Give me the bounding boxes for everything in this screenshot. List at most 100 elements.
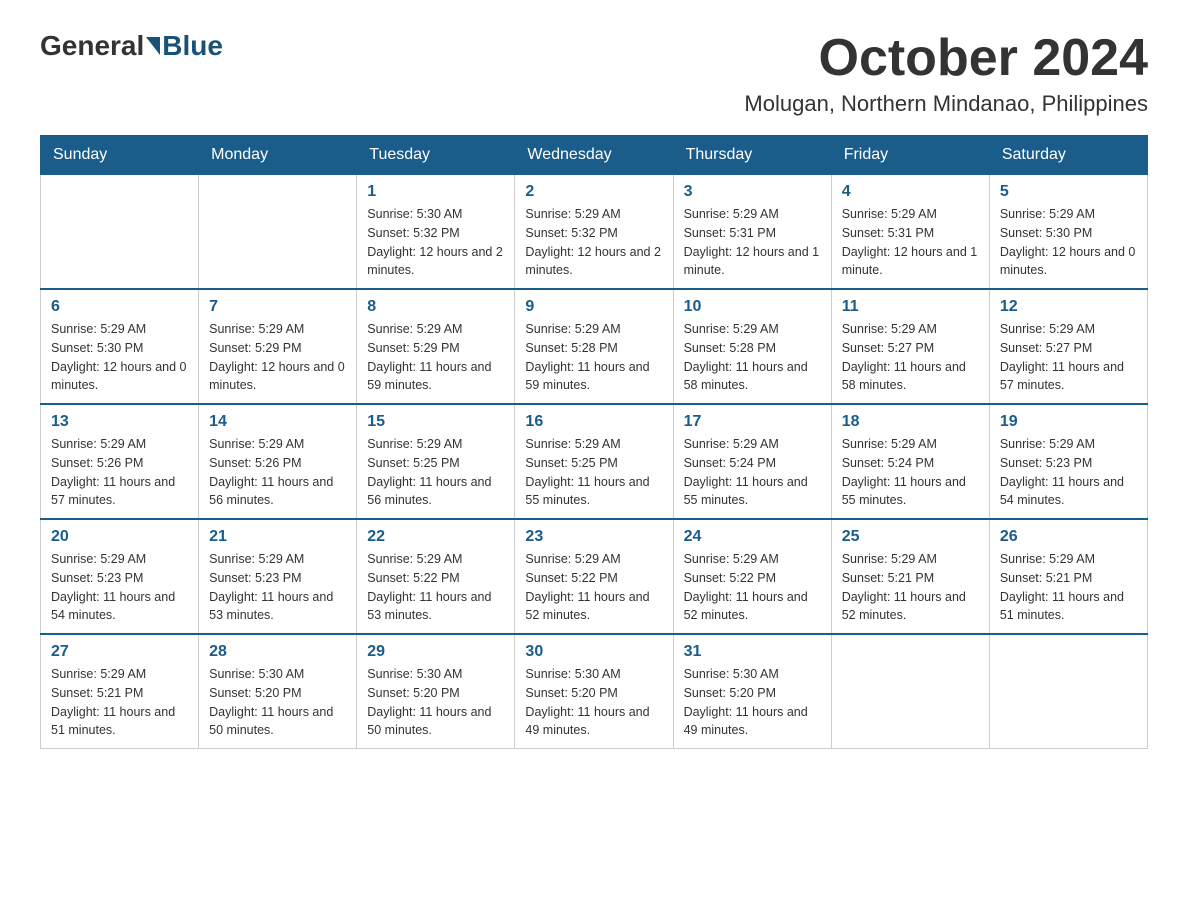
day-info: Sunrise: 5:29 AMSunset: 5:27 PMDaylight:… bbox=[1000, 320, 1137, 395]
calendar-cell: 1 Sunrise: 5:30 AMSunset: 5:32 PMDaylight… bbox=[357, 175, 515, 290]
day-number: 7 bbox=[209, 298, 346, 316]
day-info: Sunrise: 5:29 AMSunset: 5:21 PMDaylight:… bbox=[1000, 550, 1137, 625]
day-info: Sunrise: 5:30 AMSunset: 5:20 PMDaylight:… bbox=[525, 665, 662, 740]
calendar-cell: 25Sunrise: 5:29 AMSunset: 5:21 PMDayligh… bbox=[831, 519, 989, 634]
day-info: Sunrise: 5:29 AMSunset: 5:22 PMDaylight:… bbox=[684, 550, 821, 625]
day-info: Sunrise: 5:29 AMSunset: 5:32 PMDaylight:… bbox=[525, 205, 662, 280]
day-info: Sunrise: 5:29 AMSunset: 5:23 PMDaylight:… bbox=[51, 550, 188, 625]
day-number: 31 bbox=[684, 643, 821, 661]
day-info: Sunrise: 5:29 AMSunset: 5:23 PMDaylight:… bbox=[1000, 435, 1137, 510]
day-number: 22 bbox=[367, 528, 504, 546]
calendar-cell bbox=[41, 175, 199, 290]
week-row-3: 13 Sunrise: 5:29 AMSunset: 5:26 PMDayligh… bbox=[41, 404, 1148, 519]
day-info: Sunrise: 5:30 AMSunset: 5:20 PMDaylight:… bbox=[367, 665, 504, 740]
calendar-cell: 21Sunrise: 5:29 AMSunset: 5:23 PMDayligh… bbox=[199, 519, 357, 634]
day-number: 16 bbox=[525, 413, 662, 431]
calendar-cell bbox=[831, 634, 989, 749]
day-info: Sunrise: 5:30 AMSunset: 5:20 PMDaylight:… bbox=[209, 665, 346, 740]
calendar-cell: 27Sunrise: 5:29 AMSunset: 5:21 PMDayligh… bbox=[41, 634, 199, 749]
calendar-cell: 5 Sunrise: 5:29 AMSunset: 5:30 PMDaylight… bbox=[989, 175, 1147, 290]
calendar-cell: 20 Sunrise: 5:29 AMSunset: 5:23 PMDayligh… bbox=[41, 519, 199, 634]
day-number: 14 bbox=[209, 413, 346, 431]
day-info: Sunrise: 5:29 AMSunset: 5:26 PMDaylight:… bbox=[51, 435, 188, 510]
day-number: 8 bbox=[367, 298, 504, 316]
calendar-cell: 9Sunrise: 5:29 AMSunset: 5:28 PMDaylight… bbox=[515, 289, 673, 404]
day-info: Sunrise: 5:29 AMSunset: 5:23 PMDaylight:… bbox=[209, 550, 346, 625]
calendar-cell: 4 Sunrise: 5:29 AMSunset: 5:31 PMDaylight… bbox=[831, 175, 989, 290]
day-info: Sunrise: 5:29 AMSunset: 5:25 PMDaylight:… bbox=[525, 435, 662, 510]
calendar-cell: 23 Sunrise: 5:29 AMSunset: 5:22 PMDayligh… bbox=[515, 519, 673, 634]
calendar-cell: 18 Sunrise: 5:29 AMSunset: 5:24 PMDayligh… bbox=[831, 404, 989, 519]
day-info: Sunrise: 5:29 AMSunset: 5:24 PMDaylight:… bbox=[842, 435, 979, 510]
day-info: Sunrise: 5:29 AMSunset: 5:25 PMDaylight:… bbox=[367, 435, 504, 510]
day-number: 23 bbox=[525, 528, 662, 546]
day-number: 29 bbox=[367, 643, 504, 661]
weekday-header-tuesday: Tuesday bbox=[357, 136, 515, 175]
day-info: Sunrise: 5:29 AMSunset: 5:30 PMDaylight:… bbox=[1000, 205, 1137, 280]
day-info: Sunrise: 5:29 AMSunset: 5:29 PMDaylight:… bbox=[209, 320, 346, 395]
day-number: 2 bbox=[525, 183, 662, 201]
day-number: 28 bbox=[209, 643, 346, 661]
calendar-cell: 31 Sunrise: 5:30 AMSunset: 5:20 PMDayligh… bbox=[673, 634, 831, 749]
day-number: 6 bbox=[51, 298, 188, 316]
day-info: Sunrise: 5:29 AMSunset: 5:22 PMDaylight:… bbox=[367, 550, 504, 625]
day-number: 30 bbox=[525, 643, 662, 661]
calendar-cell: 14 Sunrise: 5:29 AMSunset: 5:26 PMDayligh… bbox=[199, 404, 357, 519]
day-number: 11 bbox=[842, 298, 979, 316]
weekday-header-friday: Friday bbox=[831, 136, 989, 175]
month-title: October 2024 bbox=[744, 30, 1148, 87]
week-row-1: 1 Sunrise: 5:30 AMSunset: 5:32 PMDaylight… bbox=[41, 175, 1148, 290]
calendar-cell: 13 Sunrise: 5:29 AMSunset: 5:26 PMDayligh… bbox=[41, 404, 199, 519]
day-number: 9 bbox=[525, 298, 662, 316]
calendar-cell: 24 Sunrise: 5:29 AMSunset: 5:22 PMDayligh… bbox=[673, 519, 831, 634]
day-number: 13 bbox=[51, 413, 188, 431]
calendar-cell: 11Sunrise: 5:29 AMSunset: 5:27 PMDayligh… bbox=[831, 289, 989, 404]
day-info: Sunrise: 5:29 AMSunset: 5:28 PMDaylight:… bbox=[684, 320, 821, 395]
calendar-cell: 8Sunrise: 5:29 AMSunset: 5:29 PMDaylight… bbox=[357, 289, 515, 404]
calendar-cell: 3Sunrise: 5:29 AMSunset: 5:31 PMDaylight… bbox=[673, 175, 831, 290]
week-row-4: 20 Sunrise: 5:29 AMSunset: 5:23 PMDayligh… bbox=[41, 519, 1148, 634]
day-number: 24 bbox=[684, 528, 821, 546]
day-info: Sunrise: 5:29 AMSunset: 5:31 PMDaylight:… bbox=[842, 205, 979, 280]
calendar-cell: 16 Sunrise: 5:29 AMSunset: 5:25 PMDayligh… bbox=[515, 404, 673, 519]
weekday-header-saturday: Saturday bbox=[989, 136, 1147, 175]
day-number: 26 bbox=[1000, 528, 1137, 546]
week-row-5: 27Sunrise: 5:29 AMSunset: 5:21 PMDayligh… bbox=[41, 634, 1148, 749]
calendar-cell: 7 Sunrise: 5:29 AMSunset: 5:29 PMDaylight… bbox=[199, 289, 357, 404]
weekday-header-thursday: Thursday bbox=[673, 136, 831, 175]
day-number: 17 bbox=[684, 413, 821, 431]
calendar-cell bbox=[989, 634, 1147, 749]
weekday-header-row: SundayMondayTuesdayWednesdayThursdayFrid… bbox=[41, 136, 1148, 175]
day-info: Sunrise: 5:29 AMSunset: 5:22 PMDaylight:… bbox=[525, 550, 662, 625]
weekday-header-sunday: Sunday bbox=[41, 136, 199, 175]
logo: General Blue bbox=[40, 30, 223, 62]
day-number: 5 bbox=[1000, 183, 1137, 201]
logo-general-text: General bbox=[40, 30, 144, 62]
calendar-cell: 10Sunrise: 5:29 AMSunset: 5:28 PMDayligh… bbox=[673, 289, 831, 404]
calendar-cell: 17 Sunrise: 5:29 AMSunset: 5:24 PMDayligh… bbox=[673, 404, 831, 519]
logo-blue-text: Blue bbox=[162, 30, 223, 62]
calendar-cell: 29 Sunrise: 5:30 AMSunset: 5:20 PMDayligh… bbox=[357, 634, 515, 749]
day-info: Sunrise: 5:29 AMSunset: 5:31 PMDaylight:… bbox=[684, 205, 821, 280]
day-number: 18 bbox=[842, 413, 979, 431]
day-info: Sunrise: 5:30 AMSunset: 5:20 PMDaylight:… bbox=[684, 665, 821, 740]
calendar-cell: 22 Sunrise: 5:29 AMSunset: 5:22 PMDayligh… bbox=[357, 519, 515, 634]
day-info: Sunrise: 5:29 AMSunset: 5:30 PMDaylight:… bbox=[51, 320, 188, 395]
calendar-cell: 26 Sunrise: 5:29 AMSunset: 5:21 PMDayligh… bbox=[989, 519, 1147, 634]
day-info: Sunrise: 5:29 AMSunset: 5:26 PMDaylight:… bbox=[209, 435, 346, 510]
day-number: 15 bbox=[367, 413, 504, 431]
day-number: 4 bbox=[842, 183, 979, 201]
day-info: Sunrise: 5:29 AMSunset: 5:21 PMDaylight:… bbox=[842, 550, 979, 625]
day-number: 20 bbox=[51, 528, 188, 546]
week-row-2: 6 Sunrise: 5:29 AMSunset: 5:30 PMDaylight… bbox=[41, 289, 1148, 404]
day-info: Sunrise: 5:29 AMSunset: 5:24 PMDaylight:… bbox=[684, 435, 821, 510]
calendar-cell: 28 Sunrise: 5:30 AMSunset: 5:20 PMDayligh… bbox=[199, 634, 357, 749]
location-title: Molugan, Northern Mindanao, Philippines bbox=[744, 91, 1148, 117]
day-info: Sunrise: 5:29 AMSunset: 5:21 PMDaylight:… bbox=[51, 665, 188, 740]
day-number: 1 bbox=[367, 183, 504, 201]
calendar-cell: 2 Sunrise: 5:29 AMSunset: 5:32 PMDaylight… bbox=[515, 175, 673, 290]
day-number: 19 bbox=[1000, 413, 1137, 431]
calendar-cell: 12Sunrise: 5:29 AMSunset: 5:27 PMDayligh… bbox=[989, 289, 1147, 404]
weekday-header-monday: Monday bbox=[199, 136, 357, 175]
day-info: Sunrise: 5:30 AMSunset: 5:32 PMDaylight:… bbox=[367, 205, 504, 280]
